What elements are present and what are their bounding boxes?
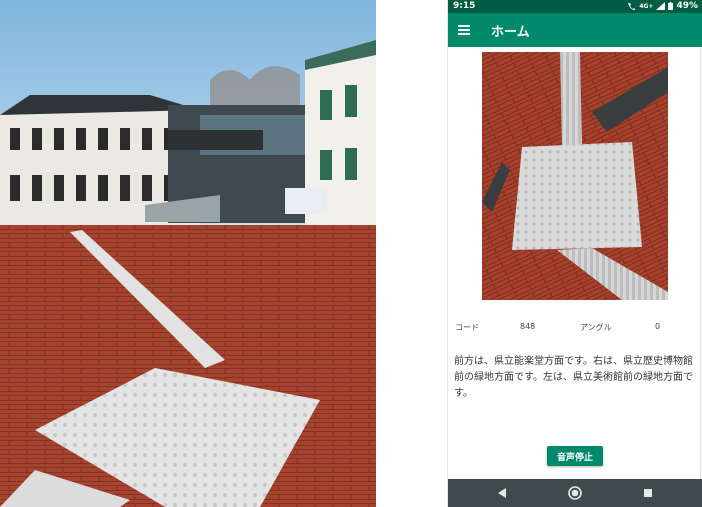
code-value: 848 (520, 322, 536, 331)
network-type: 4G+ (639, 2, 654, 10)
status-time: 9:15 (453, 1, 476, 11)
recent-apps-square-icon[interactable] (640, 485, 656, 501)
signal-icon (656, 2, 666, 10)
angle-value: 0 (655, 322, 661, 331)
battery-icon (668, 2, 674, 10)
direction-description: 前方は、県立能楽堂方面です。右は、県立歴史博物館前の緑地方面です。左は、県立美術… (454, 356, 693, 399)
info-row: コード 848 アングル 0 (448, 322, 702, 334)
app-title: ホーム (491, 25, 530, 40)
status-bar: 9:15 4G+ 49% (448, 0, 702, 13)
status-indicators: 4G+ 49% (627, 1, 698, 11)
phone-screen: 9:15 4G+ 49% ホーム コード 848 アングル 0 前方は、県立能楽… (447, 0, 702, 507)
battery-percent: 49% (676, 1, 698, 11)
angle-label: アングル (580, 323, 612, 332)
app-bar: ホーム (448, 13, 702, 47)
building-photo (0, 0, 376, 507)
home-circle-icon[interactable] (567, 485, 583, 501)
code-label: コード (455, 323, 479, 332)
back-triangle-icon[interactable] (494, 485, 510, 501)
stop-audio-button[interactable]: 音声停止 (547, 446, 603, 466)
phone-call-icon (628, 3, 636, 10)
navigation-bar (448, 479, 702, 507)
tactile-paving-photo (482, 52, 668, 300)
hamburger-menu-icon[interactable] (458, 24, 470, 36)
